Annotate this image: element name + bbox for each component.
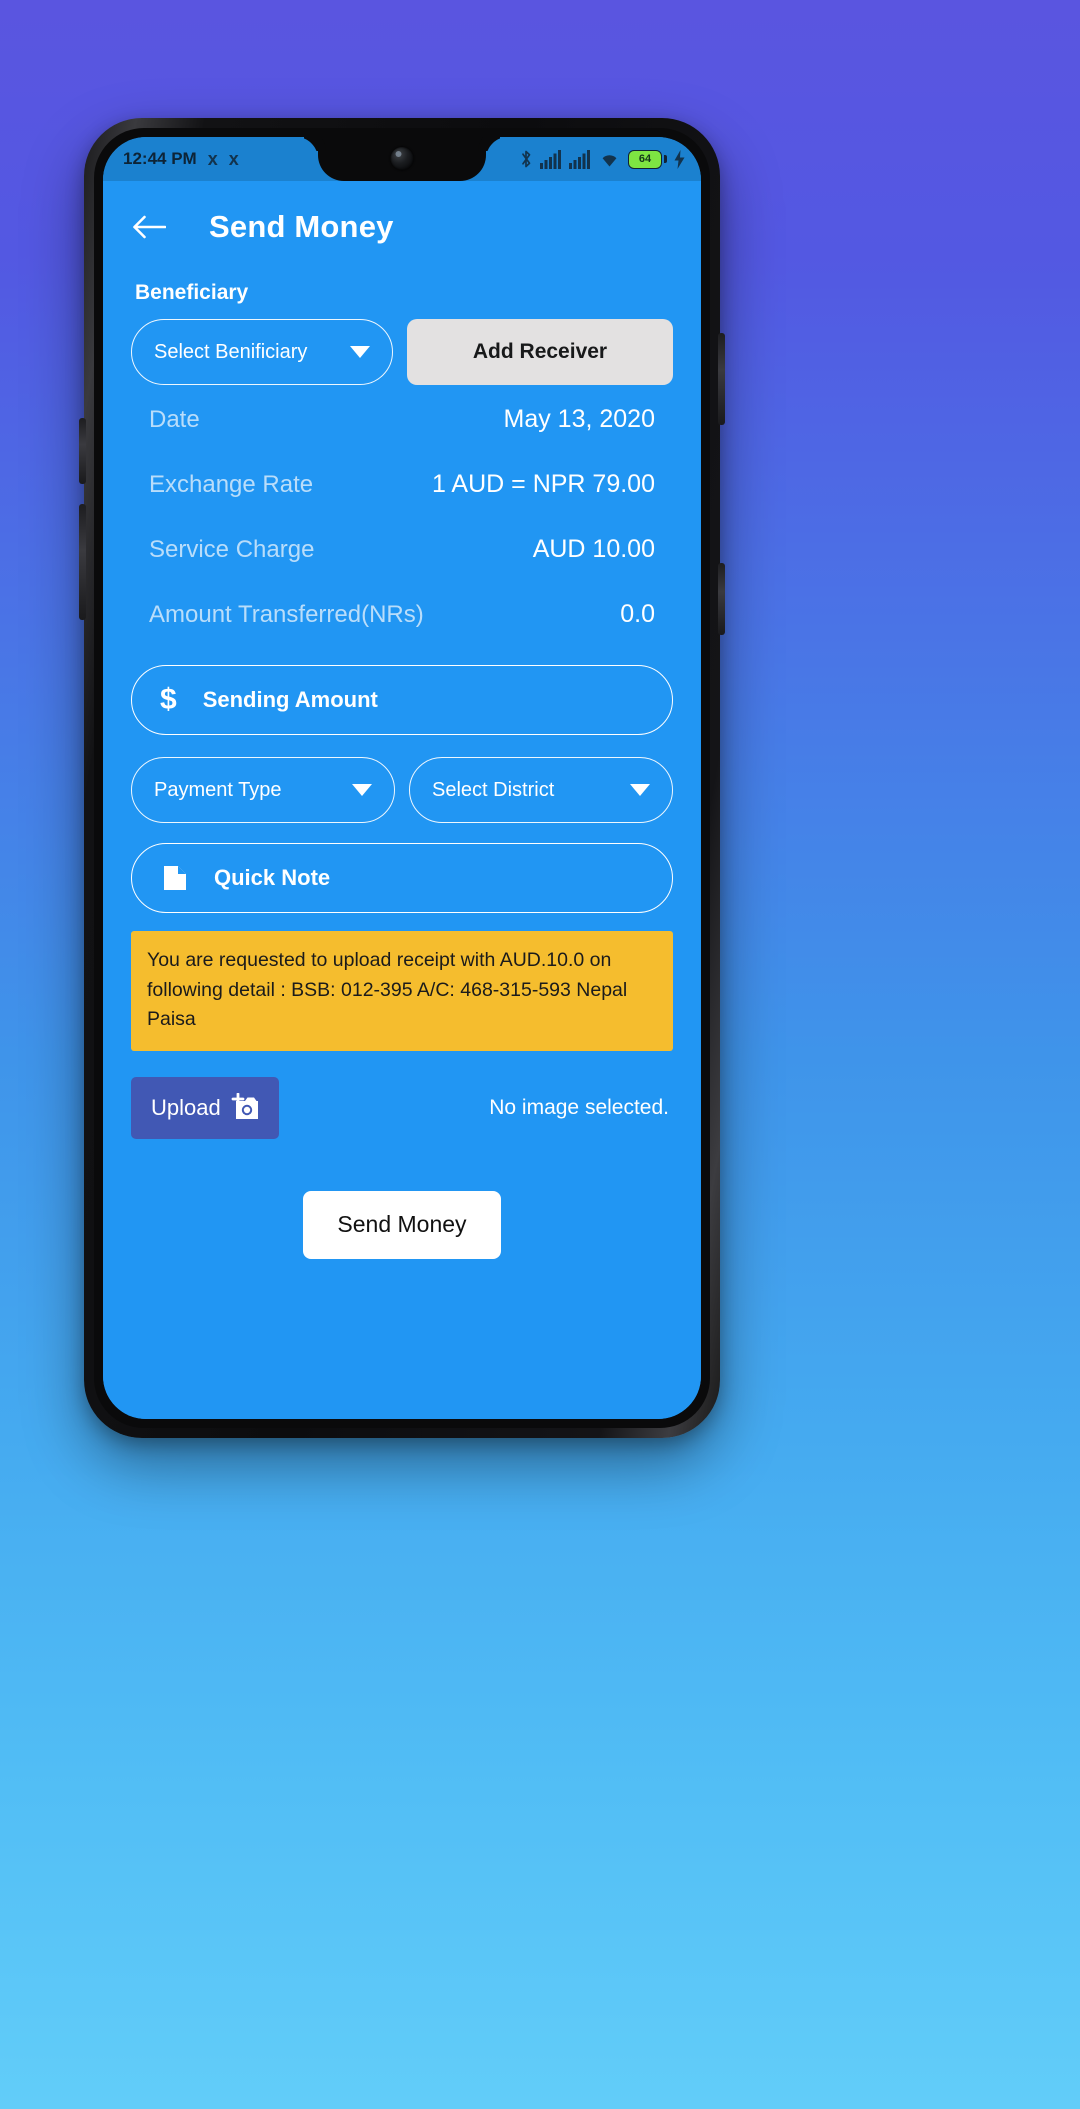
page-title: Send Money [209,209,394,244]
chevron-down-icon [350,346,370,358]
beneficiary-dropdown-label: Select Benificiary [154,340,308,363]
app-content: Send Money Beneficiary Select Benificiar… [103,181,701,1419]
status-bar-left: 12:44 PM x x [123,149,239,169]
battery-level-label: 64 [638,153,652,165]
upload-button[interactable]: Upload [131,1076,279,1139]
display-notch [318,137,486,181]
sending-amount-placeholder: Sending Amount [202,687,378,712]
add-receiver-button[interactable]: Add Receiver [407,319,673,385]
volume-down-button[interactable] [79,504,86,620]
detail-row: Amount Transferred(NRs) 0.0 [131,600,673,629]
send-money-button[interactable]: Send Money [303,1190,501,1259]
quick-note-placeholder: Quick Note [214,865,331,890]
p-icon: x [228,149,239,169]
battery-icon: 64 [628,149,667,169]
submit-row: Send Money [131,1190,673,1259]
form-content: Beneficiary Select Benificiary Add Recei… [103,281,701,1259]
transaction-details-list: Date May 13, 2020 Exchange Rate 1 AUD = … [131,405,673,629]
detail-row: Service Charge AUD 10.00 [131,535,673,564]
app-bar: Send Money [103,181,701,273]
power-button[interactable] [718,333,725,425]
detail-label: Exchange Rate [149,471,314,498]
charging-bolt-icon [674,149,685,169]
payment-type-label: Payment Type [154,778,282,801]
detail-label: Date [149,406,200,433]
front-camera-icon [390,147,414,170]
payment-type-dropdown[interactable]: Payment Type [131,757,395,823]
phone-screen: 12:44 PM x x 64 Send Money Beneficiary S… [103,137,701,1419]
upload-row: Upload No image selected. [131,1076,673,1139]
upload-button-label: Upload [151,1094,221,1120]
upload-instructions-notice: You are requested to upload receipt with… [131,931,673,1051]
district-label: Select District [432,778,555,801]
signal-icon [540,149,561,169]
phone-device: 12:44 PM x x 64 Send Money Beneficiary S… [79,118,725,1438]
quick-note-input[interactable]: Quick Note [131,843,673,913]
note-icon [164,866,186,890]
bluetooth-icon [522,150,531,168]
beneficiary-dropdown[interactable]: Select Benificiary [131,319,393,385]
phone-bezel: 12:44 PM x x 64 Send Money Beneficiary S… [94,128,710,1428]
status-bar-right: 64 [519,149,685,169]
dollar-icon: $ [160,683,177,716]
signal-icon [569,149,590,169]
side-key-button[interactable] [718,563,725,635]
detail-value: 0.0 [620,600,655,628]
chevron-down-icon [630,784,650,796]
detail-value: 1 AUD = NPR 79.00 [431,470,655,498]
back-arrow-icon[interactable] [129,207,169,247]
detail-label: Amount Transferred(NRs) [149,601,424,628]
beneficiary-row: Select Benificiary Add Receiver [131,319,673,385]
add-photo-icon [231,1092,258,1119]
detail-value: AUD 10.00 [532,535,655,563]
chevron-down-icon [352,784,372,796]
beneficiary-section-label: Beneficiary [135,281,249,304]
sending-amount-input[interactable]: $ Sending Amount [131,665,673,735]
upload-status-text: No image selected. [489,1095,669,1119]
p-icon: x [207,149,218,169]
district-dropdown[interactable]: Select District [409,757,673,823]
detail-row: Exchange Rate 1 AUD = NPR 79.00 [131,470,673,499]
wifi-icon [602,155,617,167]
payment-district-row: Payment Type Select District [131,757,673,823]
detail-row: Date May 13, 2020 [131,405,673,434]
status-bar-clock: 12:44 PM [123,149,197,168]
volume-up-button[interactable] [79,418,86,484]
detail-value: May 13, 2020 [503,405,656,433]
detail-label: Service Charge [149,536,315,563]
